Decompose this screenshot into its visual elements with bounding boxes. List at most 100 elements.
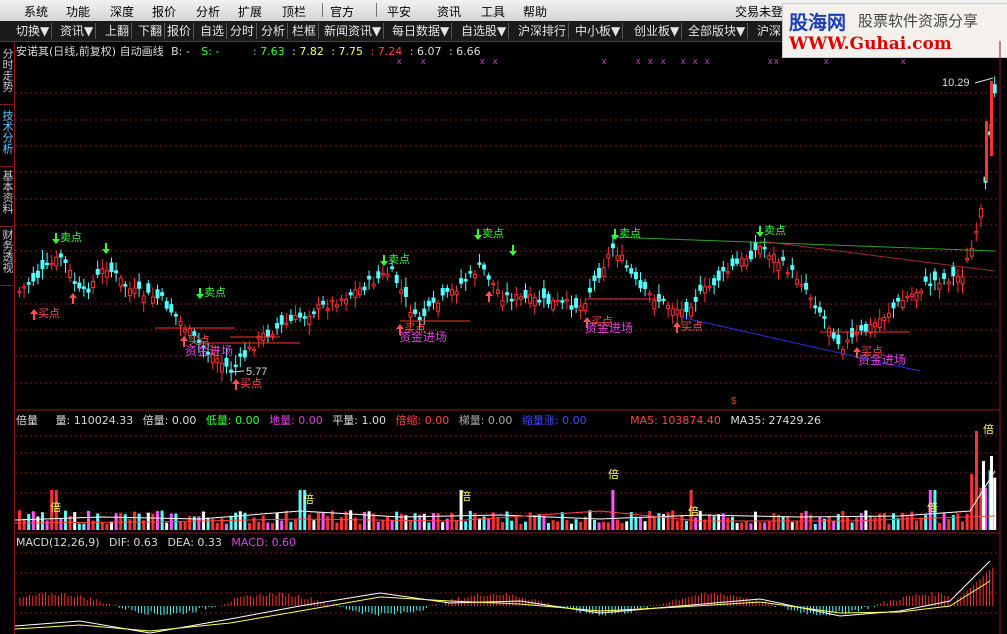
- candle-body: [26, 282, 31, 285]
- toolbar-button-3[interactable]: 下翻: [136, 23, 166, 39]
- volume-bar: [404, 515, 408, 530]
- volume-bar: [64, 510, 67, 530]
- volume-bar: [110, 521, 113, 530]
- top-mark: x: [602, 56, 607, 66]
- top-mark: x: [681, 56, 686, 66]
- candle-body: [491, 282, 496, 286]
- menu-item-0[interactable]: 系统: [24, 3, 48, 20]
- toolbar-button-9[interactable]: 新闻资讯▼: [322, 23, 385, 39]
- volume-bar: [409, 520, 412, 530]
- volume-bar: [574, 519, 578, 530]
- toolbar-button-7[interactable]: 分析: [259, 23, 289, 39]
- toolbar-button-5[interactable]: 自选: [198, 23, 228, 39]
- volume-bar: [887, 523, 891, 530]
- candle-body: [265, 329, 270, 337]
- volume-bar: [970, 474, 974, 530]
- candle-body: [990, 81, 993, 156]
- menu-item-6[interactable]: 顶栏: [282, 3, 306, 20]
- volume-bar: [781, 517, 785, 530]
- stock-title: 安诺其(日线,前复权) 自动画线: [16, 45, 164, 58]
- toolbar-button-11[interactable]: 自选股▼: [459, 23, 510, 39]
- menu-item-9[interactable]: 资讯: [437, 3, 461, 20]
- candle-body: [928, 283, 933, 287]
- candle-body: [91, 280, 96, 289]
- volume-bar: [183, 521, 187, 530]
- fund-entry-label: 资金进场: [399, 329, 447, 344]
- volume-bar: [528, 512, 532, 530]
- volume-bar: [859, 513, 863, 530]
- trade-login-status[interactable]: 交易未登: [735, 3, 783, 20]
- menu-item-10[interactable]: 工具: [481, 3, 505, 20]
- candle-body: [509, 298, 514, 302]
- volume-bar: [680, 514, 684, 530]
- volume-bar: [390, 520, 394, 530]
- menu-item-8[interactable]: 平安: [387, 3, 411, 20]
- volume-bar: [87, 510, 90, 530]
- volume-bar: [786, 516, 790, 530]
- menu-item-5[interactable]: 扩展: [238, 3, 262, 20]
- candle-body: [178, 320, 183, 327]
- toolbar-button-10[interactable]: 每日数据▼: [390, 23, 453, 39]
- volume-bar: [395, 511, 399, 530]
- candle-body: [270, 333, 275, 337]
- candle-body: [17, 290, 22, 293]
- volume-bar: [694, 517, 698, 530]
- info-v5: : 6.07: [409, 45, 442, 58]
- menu-item-7[interactable]: 官方: [330, 3, 354, 20]
- toolbar-button-1[interactable]: 资讯▼: [58, 23, 97, 39]
- toolbar-button-14[interactable]: 创业板▼: [632, 23, 683, 39]
- menu-item-11[interactable]: 帮助: [523, 3, 547, 20]
- volume-bar: [616, 519, 619, 530]
- toolbar-button-12[interactable]: 沪深排行: [516, 23, 570, 39]
- candle-body: [169, 304, 174, 313]
- buy-point-label: 买点: [38, 307, 60, 320]
- volume-bar: [606, 522, 610, 530]
- candle-body: [776, 262, 781, 271]
- candle-body: [735, 258, 740, 264]
- volume-bar: [146, 512, 150, 530]
- volume-bar: [22, 518, 26, 530]
- menu-item-2[interactable]: 深度: [110, 3, 134, 20]
- toolbar-button-0[interactable]: 切换▼: [14, 23, 53, 39]
- toolbar-button-6[interactable]: 分时: [228, 23, 258, 39]
- dif-line: [14, 560, 991, 634]
- fund-entry-label: 资金进场: [185, 343, 233, 358]
- candle-body: [716, 270, 721, 281]
- toolbar-button-16[interactable]: 沪深: [755, 23, 785, 39]
- candle-body: [495, 289, 500, 295]
- toolbar-button-15[interactable]: 全部版块▼: [686, 23, 749, 39]
- menu-item-1[interactable]: 功能: [66, 3, 90, 20]
- volume-bar: [795, 521, 799, 530]
- candle-body: [118, 277, 123, 287]
- volume-bar: [399, 514, 403, 530]
- toolbar-button-4[interactable]: 报价: [165, 23, 195, 39]
- candle-body: [390, 266, 395, 269]
- toolbar-button-13[interactable]: 中小板▼: [573, 23, 624, 39]
- volume-bar: [160, 510, 164, 530]
- buy-arrow-icon: [30, 309, 38, 320]
- volume-bar: [648, 510, 652, 530]
- volume-bar: [990, 456, 993, 530]
- info-v1: : 7.63: [252, 45, 285, 58]
- candle-body: [739, 257, 744, 267]
- top-mark: x: [768, 56, 773, 66]
- candle-body: [449, 288, 454, 296]
- menu-item-3[interactable]: 报价: [152, 3, 176, 20]
- candle-body: [932, 271, 937, 281]
- volume-bar: [804, 510, 808, 530]
- volume-bar: [956, 513, 960, 530]
- toolbar-button-2[interactable]: 上翻: [103, 23, 133, 39]
- top-mark: x: [824, 56, 829, 66]
- candle-body: [325, 308, 330, 312]
- volume-bar: [993, 477, 997, 530]
- toolbar-button-8[interactable]: 栏框: [290, 23, 320, 39]
- candle-body: [597, 268, 602, 278]
- vol-bei: 倍量: 0.00: [142, 414, 197, 427]
- menu-item-4[interactable]: 分析: [196, 3, 220, 20]
- candle-body: [233, 364, 238, 368]
- candle-body: [523, 289, 528, 299]
- volume-bar: [961, 521, 964, 530]
- candle-body: [748, 250, 753, 260]
- volume-bar: [133, 511, 136, 530]
- candle-body: [541, 288, 546, 299]
